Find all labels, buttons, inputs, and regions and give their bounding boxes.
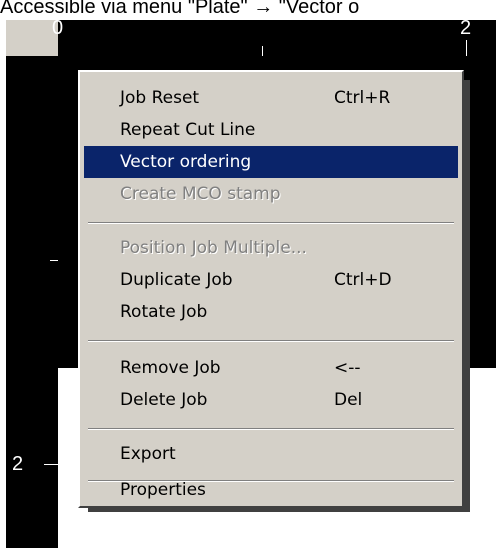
menu-item-label: Job Reset [120,88,200,108]
ruler-corner [6,20,58,56]
menu-item-rotate-job[interactable]: Rotate Job [84,296,458,328]
menu-item-vector-ordering[interactable]: Vector ordering [84,146,458,178]
context-menu: Job Reset Ctrl+R Repeat Cut Line Vector … [78,70,464,508]
menu-item-shortcut: Ctrl+R [334,88,391,108]
menu-item-delete-job[interactable]: Delete Job Del [84,384,458,416]
menu-item-position-job-multiple: Position Job Multiple... [84,232,458,264]
ruler-tick [466,40,467,56]
menu-item-remove-job[interactable]: Remove Job <-- [84,352,458,384]
ruler-tick [262,46,263,56]
menu-item-label: Create MCO stamp [120,184,281,204]
menu-item-label: Repeat Cut Line [120,120,256,140]
ruler-tick [50,260,58,261]
menu-item-label: Rotate Job [120,302,208,322]
menu-item-label: Remove Job [120,358,221,378]
ruler-label-top-0: 0 [52,17,64,39]
menu-item-job-reset[interactable]: Job Reset Ctrl+R [84,82,458,114]
menu-item-repeat-cut-line[interactable]: Repeat Cut Line [84,114,458,146]
vertical-ruler: 2 [6,56,58,548]
menu-item-shortcut: <-- [334,358,361,378]
menu-item-properties[interactable]: Properties [84,472,458,506]
menu-item-label: Properties [120,480,206,500]
ruler-label-top-2: 2 [460,17,472,39]
menu-item-label: Vector ordering [120,152,252,172]
menu-item-label: Delete Job [120,390,208,410]
menu-item-label: Position Job Multiple... [120,238,307,258]
menu-item-shortcut: Ctrl+D [334,270,392,290]
menu-separator [88,428,454,430]
menu-item-export[interactable]: Export [84,438,458,470]
menu-separator [88,340,454,342]
menu-item-shortcut: Del [334,390,363,410]
ruler-tick [44,464,58,465]
menu-item-create-mco-stamp: Create MCO stamp [84,178,458,210]
ruler-label-left-2: 2 [12,453,24,475]
menu-item-label: Export [120,444,176,464]
menu-item-label: Duplicate Job [120,270,233,290]
menu-separator [88,222,454,224]
horizontal-ruler: 0 2 [52,17,496,56]
menu-item-duplicate-job[interactable]: Duplicate Job Ctrl+D [84,264,458,296]
page-caption: Accessible via menu "Plate" → "Vector o [0,0,360,18]
